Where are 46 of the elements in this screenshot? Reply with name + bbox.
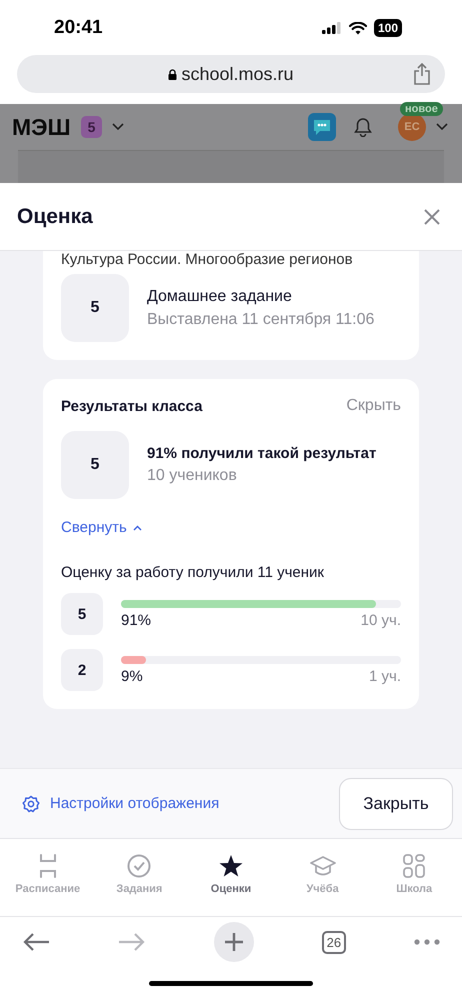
- count-text: 1 уч.: [369, 668, 401, 684]
- more-icon[interactable]: [414, 939, 440, 945]
- address-bar[interactable]: school.mos.ru: [17, 55, 445, 93]
- chevron-down-icon[interactable]: [436, 123, 448, 131]
- percent-text: 91%: [121, 612, 152, 628]
- site-logo[interactable]: МЭШ: [12, 114, 71, 140]
- close-icon[interactable]: [424, 208, 440, 224]
- result-headline: 91% получили такой результат: [147, 445, 376, 462]
- chevron-up-icon: [132, 524, 142, 530]
- grade-box: 2: [61, 649, 103, 691]
- close-button[interactable]: Закрыть: [339, 778, 453, 830]
- hide-link[interactable]: Скрыть: [346, 397, 401, 415]
- url-text: school.mos.ru: [181, 64, 294, 84]
- count-text: 10 уч.: [360, 612, 401, 628]
- grade-badge: 5: [80, 116, 102, 138]
- grade-box: 5: [61, 274, 129, 342]
- grade-box: 5: [61, 593, 103, 635]
- subject-title: Культура России. Многообразие регионов: [61, 251, 354, 268]
- chat-icon[interactable]: [308, 113, 336, 141]
- summary-text: Оценку за работу получили 11 ученик: [61, 564, 325, 581]
- check-circle-icon: [126, 853, 152, 879]
- bell-icon[interactable]: [354, 117, 372, 137]
- share-icon[interactable]: [413, 63, 431, 85]
- clock-time: 20:41: [54, 17, 103, 39]
- issued-date: Выставлена 11 сентября 11:06: [147, 310, 374, 328]
- back-arrow-icon[interactable]: [22, 932, 50, 952]
- grade-box: 5: [61, 431, 129, 499]
- lock-icon: [168, 68, 178, 80]
- new-badge: новое: [400, 102, 443, 116]
- grid-icon: [401, 853, 428, 879]
- nav-tab[interactable]: Оценки: [186, 839, 275, 916]
- battery-level: 100: [374, 19, 402, 37]
- chevron-down-icon[interactable]: [112, 123, 124, 131]
- card-title: Результаты класса: [61, 398, 202, 414]
- wifi-icon: [348, 22, 367, 34]
- student-count: 10 учеников: [147, 467, 238, 485]
- sheet-title: Оценка: [17, 204, 93, 228]
- signal-icon: [322, 22, 342, 34]
- settings-icon: [22, 794, 40, 812]
- percent-text: 9%: [121, 668, 143, 684]
- tab-count[interactable]: 26: [322, 930, 346, 954]
- collapse-link[interactable]: Свернуть: [61, 519, 142, 536]
- new-tab-icon[interactable]: [214, 922, 254, 962]
- star-icon: [218, 853, 244, 879]
- settings-link[interactable]: Настройки отображения: [22, 794, 220, 812]
- work-type: Домашнее задание: [147, 288, 293, 306]
